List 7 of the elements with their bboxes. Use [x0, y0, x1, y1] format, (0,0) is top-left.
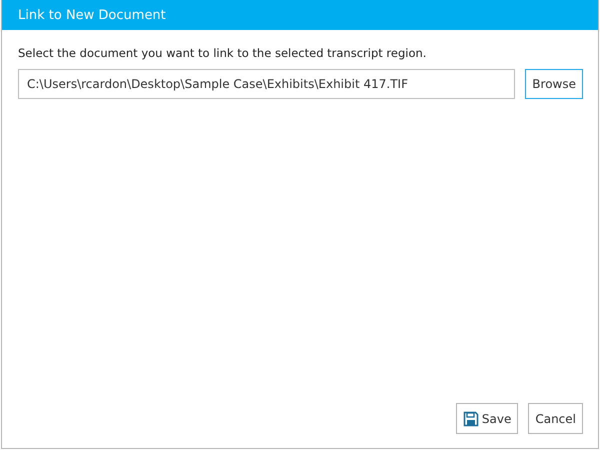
- save-button[interactable]: Save: [456, 403, 518, 434]
- path-field[interactable]: C:\Users\rcardon\Desktop\Sample Case\Exhibits\Exhibit 417.TIF: [18, 69, 516, 99]
- instruction-text: Select the document you want to link to the selected transcript region.: [18, 46, 428, 60]
- cancel-button[interactable]: Cancel: [528, 403, 583, 434]
- save-icon: [462, 410, 479, 426]
- window-title: Link to New Document: [2, 0, 598, 30]
- browse-button[interactable]: Browse: [525, 69, 583, 99]
